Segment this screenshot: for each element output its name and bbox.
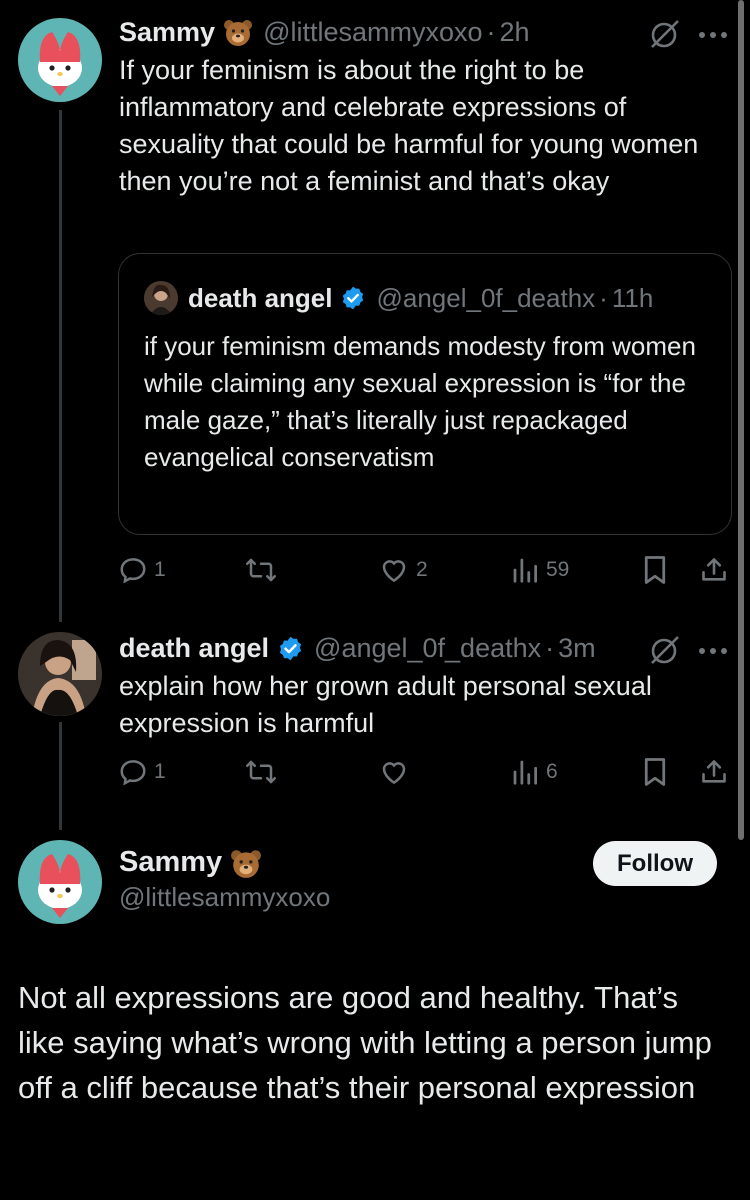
tweet-header: death angel @angel_0f_deathx · 3m — [119, 628, 596, 668]
main-tweet-text: Not all expressions are good and healthy… — [18, 980, 712, 1105]
bear-face-icon — [230, 848, 262, 878]
quoted-user-handle: @angel_0f_deathx — [376, 282, 596, 313]
separator: · — [545, 632, 555, 663]
separator: · — [486, 16, 496, 47]
views-count: 6 — [546, 760, 558, 783]
reply-button[interactable]: 1 — [118, 752, 166, 792]
retweet-button[interactable] — [244, 550, 284, 590]
thread-line — [59, 110, 62, 622]
avatar-melody-icon — [38, 854, 82, 918]
bear-face-icon — [223, 18, 253, 46]
quoted-timestamp: 11h — [611, 282, 654, 313]
tweet-text: If your feminism is about the right to b… — [119, 55, 699, 196]
views-button[interactable]: 59 — [510, 550, 569, 590]
views-icon — [513, 760, 537, 785]
reply-icon — [120, 760, 146, 786]
grok-icon[interactable] — [648, 17, 682, 56]
verified-badge-icon — [340, 285, 366, 311]
tweet-header: Sammy @littlesammyxoxo · 2h — [119, 12, 530, 52]
timestamp[interactable]: 2h — [500, 17, 530, 48]
more-options-icon[interactable] — [698, 642, 728, 660]
timestamp[interactable]: 3m — [558, 633, 596, 664]
separator: · — [599, 282, 608, 313]
retweet-icon — [246, 760, 276, 784]
reply-count: 1 — [154, 760, 166, 783]
bookmark-icon — [644, 758, 666, 786]
share-button[interactable] — [700, 752, 728, 792]
user-handle[interactable]: @littlesammyxoxo — [263, 17, 482, 48]
scrollbar[interactable] — [738, 0, 744, 840]
user-name[interactable]: Sammy — [119, 846, 222, 879]
user-handle[interactable]: @angel_0f_deathx — [314, 633, 541, 664]
more-options-icon[interactable] — [698, 26, 728, 44]
share-icon — [702, 760, 726, 783]
reply-count: 1 — [154, 558, 166, 581]
bookmark-button[interactable] — [642, 752, 668, 792]
quoted-tweet-header: death angel @angel_0f_deathx · 11h — [144, 279, 653, 317]
avatar[interactable] — [18, 632, 102, 716]
reply-button[interactable]: 1 — [118, 550, 166, 590]
bookmark-icon — [644, 556, 666, 584]
tweet-actions: 1 2 59 — [118, 550, 733, 590]
thread-line — [59, 722, 62, 830]
avatar-photo-icon — [18, 632, 102, 716]
quoted-avatar — [144, 281, 178, 315]
share-icon — [702, 558, 726, 581]
retweet-icon — [246, 558, 276, 582]
grok-icon[interactable] — [648, 633, 682, 672]
avatar[interactable] — [18, 840, 102, 924]
share-button[interactable] — [700, 550, 728, 590]
main-tweet-header: Sammy — [119, 846, 262, 879]
user-name[interactable]: Sammy — [119, 17, 215, 48]
tweet-text: explain how her grown adult personal sex… — [119, 671, 652, 738]
quoted-user-name: death angel — [188, 282, 333, 313]
user-name[interactable]: death angel — [119, 633, 269, 664]
reply-icon — [120, 558, 146, 584]
verified-badge-icon — [277, 635, 304, 662]
views-button[interactable]: 6 — [510, 752, 558, 792]
like-count: 2 — [416, 558, 428, 581]
like-button[interactable] — [378, 752, 416, 792]
user-handle[interactable]: @littlesammyxoxo — [119, 882, 330, 913]
follow-button[interactable]: Follow — [593, 841, 717, 886]
like-button[interactable]: 2 — [378, 550, 428, 590]
avatar[interactable] — [18, 18, 102, 102]
views-count: 59 — [546, 558, 570, 581]
avatar-melody-icon — [38, 32, 82, 96]
quoted-tweet-text: if your feminism demands modesty from wo… — [144, 331, 696, 472]
views-icon — [513, 558, 537, 583]
tweet-actions: 1 6 — [118, 752, 733, 792]
heart-icon — [382, 762, 406, 785]
retweet-button[interactable] — [244, 752, 284, 792]
heart-icon — [382, 560, 406, 583]
bookmark-button[interactable] — [642, 550, 668, 590]
